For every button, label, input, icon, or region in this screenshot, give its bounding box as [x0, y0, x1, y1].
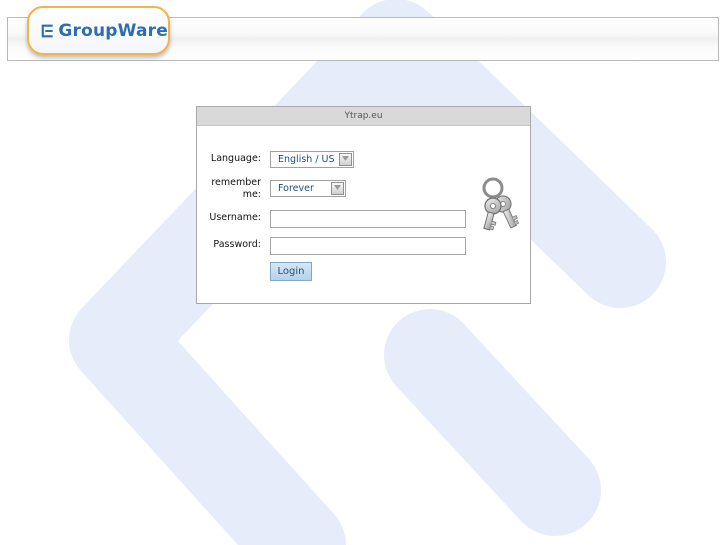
username-label: Username:	[209, 212, 261, 223]
login-panel: Ytrap.eu Language: English / US remember…	[196, 106, 531, 304]
language-select[interactable]: English / US	[270, 151, 354, 168]
password-label: Password:	[213, 239, 261, 250]
remember-me-select-value: Forever	[278, 183, 314, 194]
remember-me-label-line1: remember	[211, 177, 261, 188]
username-input[interactable]	[270, 210, 466, 228]
login-button[interactable]: Login	[270, 262, 312, 281]
login-panel-title: Ytrap.eu	[197, 107, 530, 126]
language-label: Language:	[210, 153, 261, 164]
language-select-value: English / US	[278, 154, 335, 165]
remember-me-label-line2: me:	[242, 189, 261, 200]
remember-me-label: remember me:	[197, 177, 261, 201]
app-logo[interactable]: GroupWare	[27, 6, 170, 55]
dropdown-arrow-icon[interactable]	[339, 153, 352, 166]
app-logo-text: GroupWare	[58, 20, 168, 41]
keys-icon	[482, 177, 520, 231]
egroupware-logo-icon	[41, 24, 53, 37]
dropdown-arrow-icon[interactable]	[331, 182, 344, 195]
password-input[interactable]	[270, 237, 466, 255]
remember-me-select[interactable]: Forever	[270, 180, 346, 197]
